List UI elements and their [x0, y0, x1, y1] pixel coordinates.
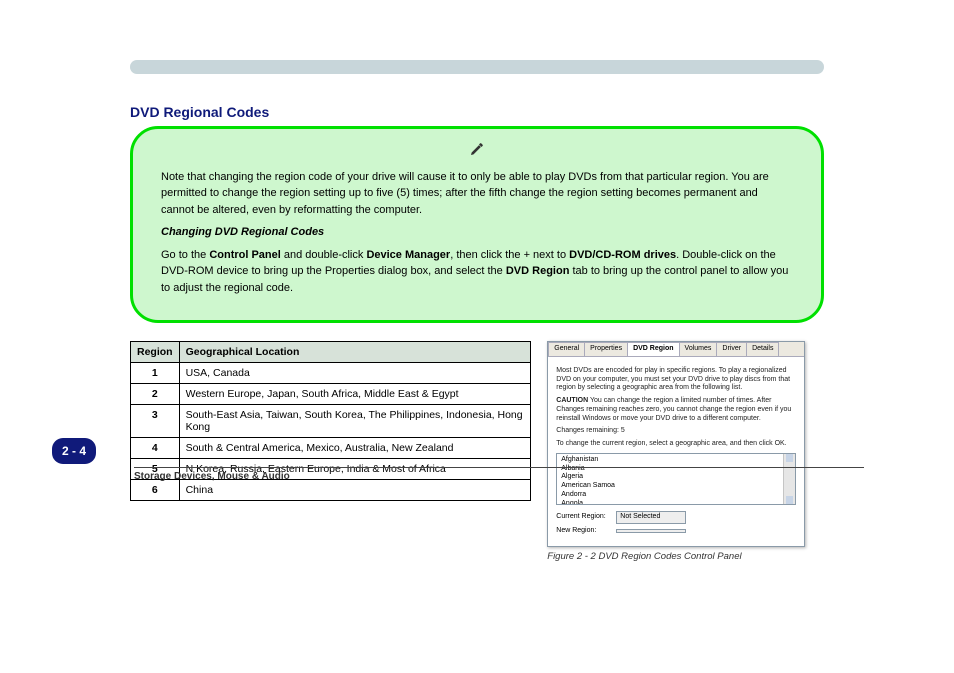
cell: China — [179, 480, 531, 501]
new-region-label: New Region: — [556, 527, 612, 536]
note-subheading: Changing DVD Regional Codes — [161, 224, 793, 241]
t: and double-click — [281, 249, 367, 261]
new-region-value — [616, 529, 686, 533]
tab-driver[interactable]: Driver — [716, 342, 747, 356]
t: Go to the — [161, 249, 209, 261]
list-item[interactable]: American Samoa — [561, 482, 777, 491]
table-header-region: Region — [131, 342, 180, 363]
note-paragraph-2: Go to the Control Panel and double-click… — [161, 247, 793, 297]
table-header-location: Geographical Location — [179, 342, 531, 363]
table-row: 2Western Europe, Japan, South Africa, Mi… — [131, 384, 531, 405]
tab-dvd-region[interactable]: DVD Region — [627, 342, 679, 356]
t: Device Manager — [366, 249, 450, 261]
pencil-icon — [161, 141, 793, 163]
t: DVD Region — [506, 265, 570, 277]
cell: USA, Canada — [179, 363, 531, 384]
cell: Western Europe, Japan, South Africa, Mid… — [179, 384, 531, 405]
cell: 3 — [131, 405, 180, 438]
t: Control Panel — [209, 249, 281, 261]
dialog-caution-text: CAUTION You can change the region a limi… — [556, 397, 796, 423]
list-item[interactable]: Afghanistan — [561, 456, 777, 465]
t: , then click the + next to — [450, 249, 569, 261]
caution-body: You can change the region a limited numb… — [556, 397, 791, 422]
tab-properties[interactable]: Properties — [584, 342, 628, 356]
page-footer: Storage Devices, Mouse & Audio — [134, 467, 864, 482]
cell: 6 — [131, 480, 180, 501]
caution-label: CAUTION — [556, 397, 588, 404]
current-region-label: Current Region: — [556, 513, 612, 522]
cell: 4 — [131, 438, 180, 459]
cell: South-East Asia, Taiwan, South Korea, Th… — [179, 405, 531, 438]
dialog-tabs: General Properties DVD Region Volumes Dr… — [548, 342, 804, 357]
current-region-value: Not Selected — [616, 511, 686, 524]
note-box: Note that changing the region code of yo… — [130, 126, 824, 323]
changes-value: 5 — [621, 427, 625, 434]
tab-volumes[interactable]: Volumes — [679, 342, 718, 356]
list-item[interactable]: Andorra — [561, 491, 777, 500]
note-paragraph-1: Note that changing the region code of yo… — [161, 169, 793, 219]
table-row: 1USA, Canada — [131, 363, 531, 384]
changes-remaining: Changes remaining: 5 — [556, 427, 796, 436]
table-row: 4South & Central America, Mexico, Austra… — [131, 438, 531, 459]
table-row: 3South-East Asia, Taiwan, South Korea, T… — [131, 405, 531, 438]
tab-details[interactable]: Details — [746, 342, 779, 356]
list-item[interactable]: Angola — [561, 500, 777, 505]
cell: 2 — [131, 384, 180, 405]
dialog-instruction: To change the current region, select a g… — [556, 440, 796, 449]
page-number-badge: 2 - 4 — [52, 438, 96, 464]
cell: 1 — [131, 363, 180, 384]
cell: South & Central America, Mexico, Austral… — [179, 438, 531, 459]
section-heading: DVD Regional Codes — [130, 104, 864, 120]
dvd-region-properties-dialog: General Properties DVD Region Volumes Dr… — [547, 341, 805, 547]
page-header-bar — [130, 60, 824, 74]
dialog-intro-text: Most DVDs are encoded for play in specif… — [556, 367, 796, 393]
tab-general[interactable]: General — [548, 342, 585, 356]
figure-caption: Figure 2 - 2 DVD Region Codes Control Pa… — [547, 551, 784, 562]
t: DVD/CD-ROM drives — [569, 249, 676, 261]
table-row: 6China — [131, 480, 531, 501]
changes-label: Changes remaining: — [556, 427, 619, 434]
footer-chapter: Storage Devices, Mouse & Audio — [134, 471, 290, 482]
